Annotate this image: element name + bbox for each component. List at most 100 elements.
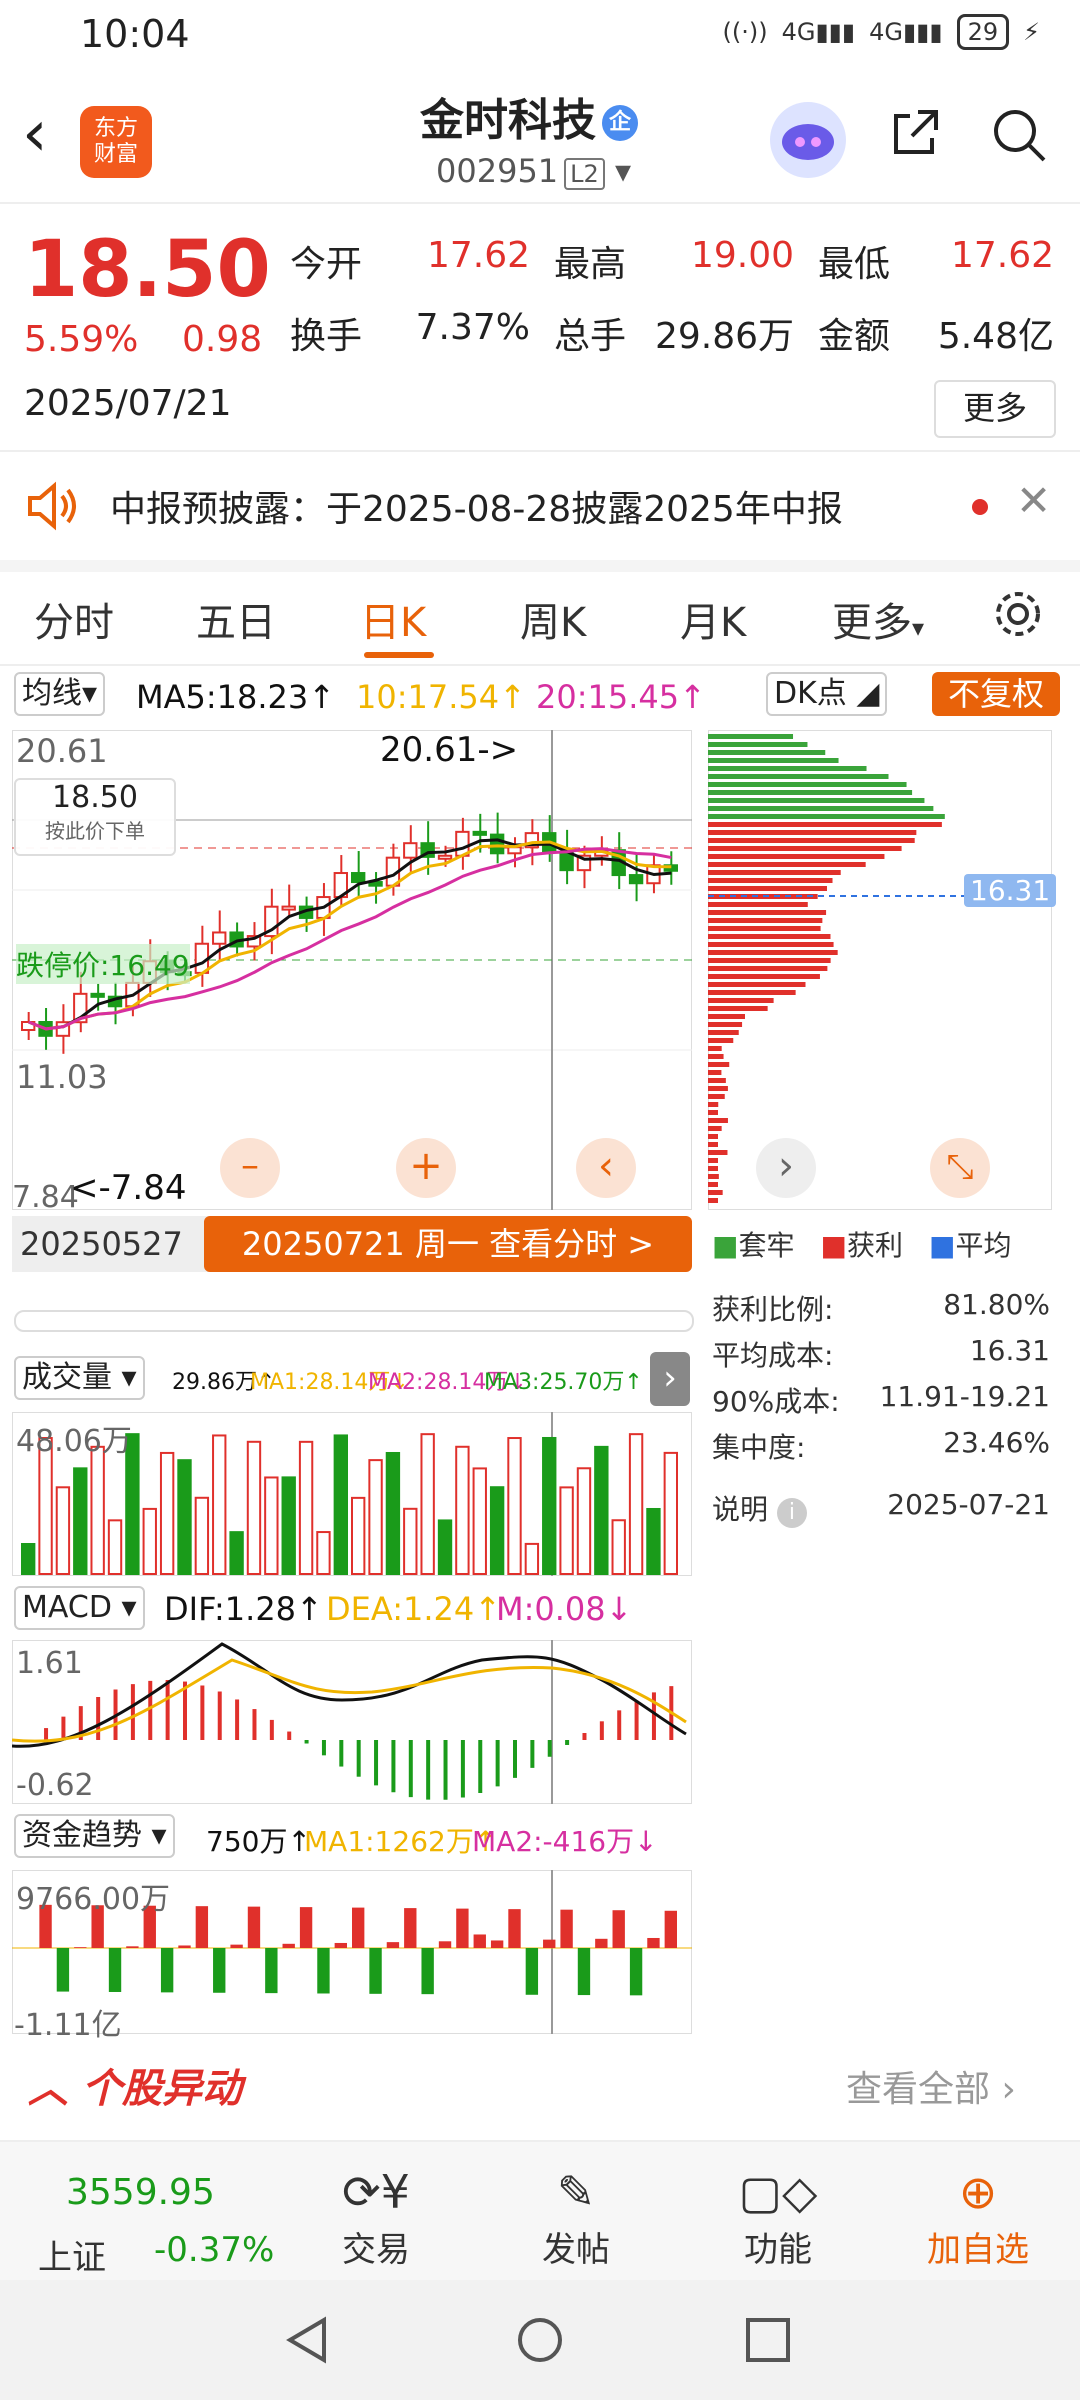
- search-icon[interactable]: [990, 106, 1048, 164]
- chip-bar: [708, 774, 889, 779]
- candle-body: [491, 835, 503, 854]
- scroll-left-icon[interactable]: ‹: [576, 1138, 636, 1198]
- stock-code[interactable]: 002951 L2 ▾: [436, 152, 631, 190]
- chip-stat-value: 16.31: [970, 1334, 1050, 1367]
- chip-bar: [708, 918, 822, 923]
- status-bar: 10:04 ((·)) 4G▮▮▮ 4G▮▮▮ 29 ⚡: [0, 0, 1080, 72]
- turnover-label: 换手: [290, 307, 362, 359]
- fund-bar: [369, 1948, 381, 1994]
- nav-add-watchlist-label: 加自选: [918, 2222, 1038, 2271]
- chip-bar: [708, 934, 830, 939]
- candle-body: [508, 847, 520, 853]
- chip-bar: [708, 990, 796, 995]
- chip-bar: [708, 886, 827, 891]
- ma-select[interactable]: 均线▾: [14, 672, 105, 716]
- volume-select[interactable]: 成交量 ▾: [14, 1356, 145, 1400]
- fund-bar: [178, 1945, 190, 1948]
- zoom-in-icon[interactable]: +: [396, 1138, 456, 1198]
- volume-bar: [352, 1498, 364, 1574]
- chip-bar: [708, 1118, 728, 1123]
- chip-bar: [708, 1038, 733, 1043]
- share-icon[interactable]: [888, 106, 942, 160]
- nav-post[interactable]: ✎ 发帖: [516, 2162, 636, 2271]
- dk-point-toggle[interactable]: DK点 ◢: [766, 672, 887, 716]
- fund-bar: [647, 1938, 659, 1948]
- app-logo[interactable]: 东方 财富: [80, 106, 152, 178]
- stock-code-text: 002951: [436, 152, 558, 190]
- period-tabs: 分时 五日 日K 周K 月K 更多▾: [0, 572, 1080, 666]
- chip-stat-label: 集中度:: [712, 1426, 805, 1466]
- volume-bar: [595, 1447, 607, 1574]
- nav-add-watchlist[interactable]: ⊕ 加自选: [918, 2162, 1038, 2271]
- price-order-tip[interactable]: 18.50 按此价下单: [14, 778, 176, 856]
- volume-bar: [300, 1442, 312, 1574]
- notice-bar[interactable]: 中报预披露：于2025-08-28披露2025年中报 ✕: [0, 452, 1080, 572]
- fund-bar: [57, 1948, 69, 1992]
- tab-daily-k[interactable]: 日K: [360, 590, 426, 648]
- section-title[interactable]: ︿ 个股异动: [28, 2056, 242, 2114]
- charging-icon: ⚡: [1023, 18, 1040, 46]
- limit-down-label: 跌停价:16.49: [16, 944, 190, 984]
- chip-bar: [708, 974, 820, 979]
- back-triangle-icon[interactable]: [284, 2316, 332, 2364]
- volume-bar: [74, 1468, 86, 1574]
- settings-gear-icon[interactable]: [990, 586, 1046, 642]
- chip-bar: [708, 750, 825, 755]
- current-price: 18.50: [24, 225, 271, 315]
- home-circle-icon[interactable]: [516, 2316, 564, 2364]
- recents-square-icon[interactable]: [744, 2316, 792, 2364]
- chip-note[interactable]: 说明 i: [712, 1488, 807, 1528]
- tab-weekly-k[interactable]: 周K: [520, 590, 586, 648]
- candle-body: [630, 875, 642, 883]
- legend-trapped: ■套牢: [712, 1224, 794, 1264]
- expand-icon[interactable]: ⤡: [930, 1138, 990, 1198]
- macd-chart[interactable]: [12, 1640, 692, 1804]
- chip-bar: [708, 1110, 718, 1115]
- battery-icon: 29: [957, 14, 1010, 50]
- volume-bar: [196, 1498, 208, 1574]
- view-intraday-button[interactable]: 20250721 周一 查看分时 >: [204, 1216, 692, 1272]
- tab-intraday[interactable]: 分时: [34, 590, 114, 648]
- close-icon[interactable]: ✕: [1016, 476, 1051, 525]
- chip-bar: [708, 830, 916, 835]
- chip-bar: [708, 1094, 725, 1099]
- start-date: 20250527: [12, 1216, 210, 1272]
- more-button[interactable]: 更多: [934, 380, 1056, 438]
- fund-trend-select[interactable]: 资金趋势 ▾: [14, 1814, 175, 1858]
- chevron-right-icon[interactable]: ›: [756, 1138, 816, 1198]
- tab-monthly-k[interactable]: 月K: [680, 590, 746, 648]
- view-all-link[interactable]: 查看全部 ›: [846, 2060, 1016, 2112]
- chevron-right-icon[interactable]: ›: [650, 1352, 690, 1406]
- fund-bar: [74, 1947, 86, 1948]
- tab-more[interactable]: 更多▾: [832, 590, 924, 648]
- back-icon[interactable]: ‹: [22, 102, 48, 166]
- candle-body: [474, 832, 486, 835]
- adjust-mode-button[interactable]: 不复权: [932, 672, 1060, 716]
- volume-bar: [439, 1520, 451, 1574]
- fund-bar: [317, 1948, 329, 1993]
- chevron-down-icon: ▾: [605, 152, 631, 190]
- volume-bar: [335, 1435, 347, 1574]
- fund-bar: [439, 1941, 451, 1948]
- assistant-avatar[interactable]: [770, 102, 846, 178]
- volume-bar: [526, 1544, 538, 1574]
- price-min-label: 7.84: [12, 1180, 79, 1215]
- tab-five-day[interactable]: 五日: [196, 590, 276, 648]
- chevron-down-icon: ▾: [912, 614, 924, 642]
- chip-bar: [708, 1190, 723, 1195]
- volume-bar: [369, 1460, 381, 1574]
- chart-scrollbar[interactable]: [14, 1310, 694, 1332]
- volume-bar: [560, 1487, 572, 1574]
- nav-functions[interactable]: ▢◇ 功能: [718, 2162, 838, 2271]
- dk-label: DK点: [774, 676, 847, 711]
- amount-label: 金额: [818, 307, 890, 359]
- nav-trade[interactable]: ⟳¥ 交易: [316, 2162, 436, 2271]
- macd-select[interactable]: MACD ▾: [14, 1586, 145, 1630]
- chip-bar: [708, 926, 821, 931]
- fund-bar: [265, 1948, 277, 1993]
- draw-line-icon[interactable]: –: [220, 1138, 280, 1198]
- volume-bar: [491, 1487, 503, 1574]
- chip-distribution-chart[interactable]: [708, 730, 1052, 1210]
- volume-bar: [456, 1447, 468, 1574]
- chip-bar: [708, 1046, 722, 1051]
